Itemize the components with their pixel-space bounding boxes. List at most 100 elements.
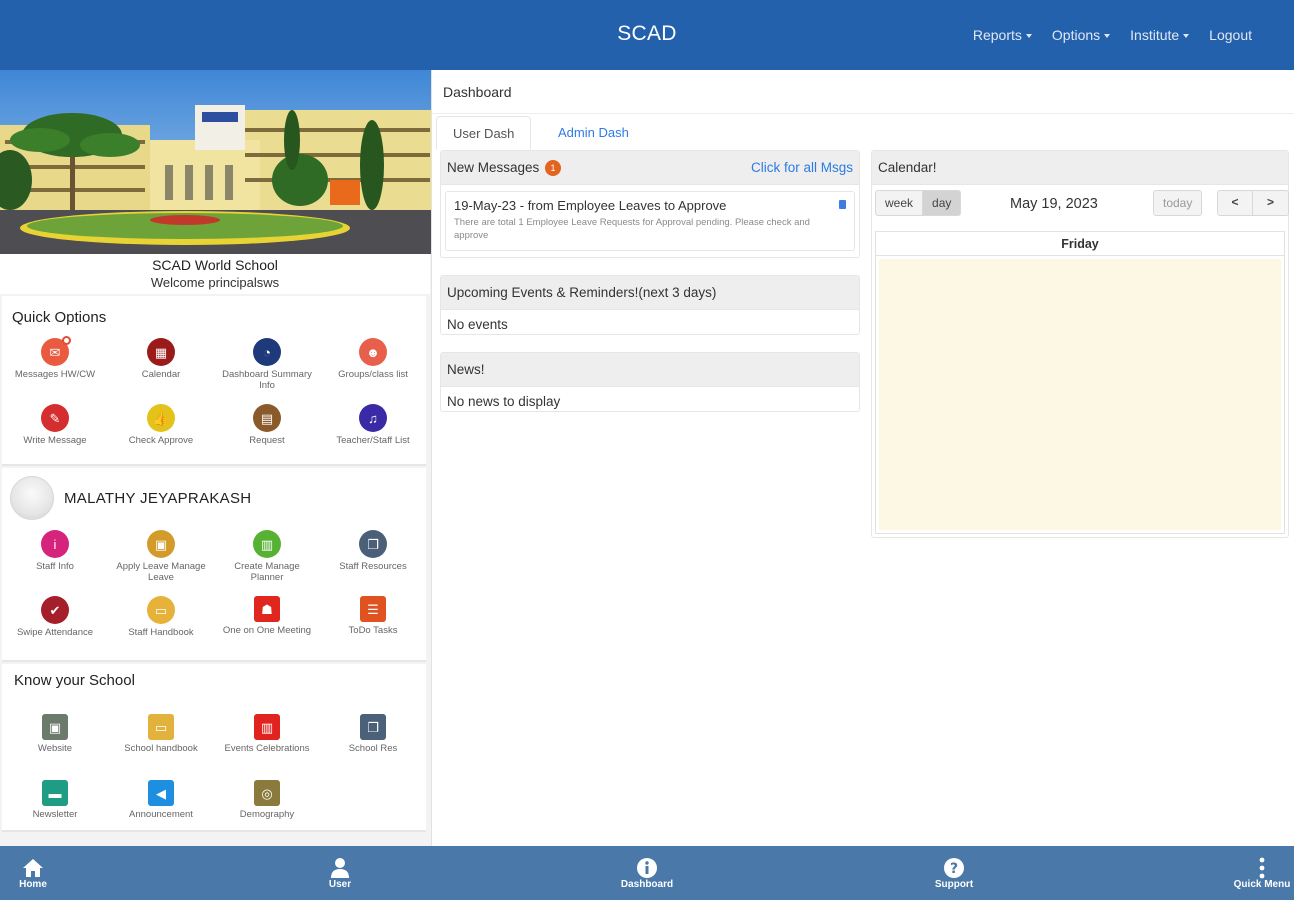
dashboard-tabs: User Dash Admin Dash — [432, 114, 1294, 150]
new-messages-title: New Messages — [447, 160, 540, 175]
quick-option-label: Groups/class list — [338, 369, 408, 380]
info-circle-icon — [607, 857, 687, 879]
calendar-day-slot[interactable] — [879, 259, 1281, 530]
nav-reports[interactable]: Reports — [973, 27, 1032, 43]
pencil-icon: ✎ — [41, 404, 69, 432]
school-info: SCAD World School Welcome principalsws — [0, 254, 430, 294]
school-building-image — [0, 70, 431, 254]
handbook-icon: ▭ — [147, 596, 175, 624]
school-name: SCAD World School — [152, 257, 278, 273]
new-messages-card: New Messages 1 Click for all Msgs 19-May… — [440, 150, 860, 258]
day-view-button[interactable]: day — [923, 190, 962, 216]
week-view-button[interactable]: week — [875, 190, 924, 216]
bottom-nav-home[interactable]: Home — [0, 857, 73, 890]
staff-list-icon: ♫ — [359, 404, 387, 432]
home-icon — [0, 857, 73, 879]
tab-admin-dash[interactable]: Admin Dash — [542, 116, 645, 150]
user-option-label: Staff Handbook — [128, 627, 194, 638]
user-option-resources[interactable]: ❐ Staff Resources — [320, 530, 426, 596]
nav-institute[interactable]: Institute — [1130, 27, 1190, 43]
today-button[interactable]: today — [1153, 190, 1203, 216]
newsletter-icon: ▬ — [42, 780, 68, 806]
know-school-newsletter[interactable]: ▬ Newsletter — [2, 780, 108, 846]
caret-down-icon — [1025, 34, 1032, 39]
dashboard-icon: ◔ — [253, 338, 281, 366]
know-school-events[interactable]: ▥ Events Celebrations — [214, 714, 320, 780]
resources-icon: ❐ — [359, 530, 387, 558]
calendar-toolbar: week day May 19, 2023 today < > — [872, 185, 1289, 229]
envelope-icon: ✉ — [41, 336, 71, 366]
user-panel: MALATHY JEYAPRAKASH i Staff Info ▣ Apply… — [2, 468, 426, 662]
nav-options[interactable]: Options — [1052, 27, 1111, 43]
all-messages-link[interactable]: Click for all Msgs — [751, 160, 853, 175]
todo-icon: ☰ — [360, 596, 386, 622]
user-row: MALATHY JEYAPRAKASH — [10, 476, 251, 520]
quick-option-messages[interactable]: ✉ Messages HW/CW — [2, 336, 108, 404]
user-option-todo[interactable]: ☰ ToDo Tasks — [320, 596, 426, 662]
know-school-demography[interactable]: ◎ Demography — [214, 780, 320, 846]
next-button[interactable]: > — [1253, 190, 1289, 216]
quick-option-write-message[interactable]: ✎ Write Message — [2, 404, 108, 470]
user-option-label: Apply Leave Manage Leave — [116, 561, 206, 583]
user-option-staff-info[interactable]: i Staff Info — [2, 530, 108, 596]
calendar-date: May 19, 2023 — [1010, 196, 1098, 212]
user-option-planner[interactable]: ▥ Create Manage Planner — [214, 530, 320, 596]
user-option-label: Swipe Attendance — [16, 627, 94, 638]
user-option-handbook[interactable]: ▭ Staff Handbook — [108, 596, 214, 662]
bottom-nav-dashboard[interactable]: Dashboard — [607, 857, 687, 890]
know-school-res[interactable]: ❐ School Res — [320, 714, 426, 780]
quick-option-calendar[interactable]: ▦ Calendar — [108, 338, 214, 404]
user-option-label: Create Manage Planner — [234, 561, 300, 583]
tab-user-dash[interactable]: User Dash — [436, 116, 532, 150]
top-nav-menu: Reports Options Institute Logout — [973, 27, 1252, 43]
info-icon: i — [41, 530, 69, 558]
user-option-label: Staff Info — [36, 561, 74, 572]
left-sidebar: SCAD World School Welcome principalsws Q… — [0, 70, 432, 846]
page-title: Dashboard — [443, 84, 512, 100]
groups-icon: ☻ — [359, 338, 387, 366]
user-option-label: ToDo Tasks — [348, 625, 398, 636]
breadcrumb: Dashboard — [432, 70, 1294, 114]
leave-icon: ▣ — [147, 530, 175, 558]
upcoming-events-body: No events — [447, 317, 508, 332]
quick-option-request[interactable]: ▤ Request — [214, 404, 320, 470]
meeting-icon: ☗ — [254, 596, 280, 622]
message-description: There are total 1 Employee Leave Request… — [454, 217, 810, 241]
quick-option-staff-list[interactable]: ♫ Teacher/Staff List — [320, 404, 426, 470]
prev-button[interactable]: < — [1217, 190, 1253, 216]
bottom-nav-quick-menu[interactable]: Quick Menu — [1222, 857, 1294, 890]
bottom-nav-label: Dashboard — [620, 879, 674, 890]
nav-logout[interactable]: Logout — [1209, 27, 1252, 43]
user-options-grid: i Staff Info ▣ Apply Leave Manage Leave … — [2, 530, 426, 662]
know-school-announcement[interactable]: ◀ Announcement — [108, 780, 214, 846]
user-name: MALATHY JEYAPRAKASH — [64, 489, 252, 507]
upcoming-events-header: Upcoming Events & Reminders!(next 3 days… — [441, 276, 859, 310]
bottom-nav-support[interactable]: ? Support — [914, 857, 994, 890]
events-icon: ▥ — [254, 714, 280, 740]
nav-institute-label: Institute — [1130, 27, 1180, 43]
know-school-label: Announcement — [129, 809, 193, 820]
quick-option-check-approve[interactable]: 👍 Check Approve — [108, 404, 214, 470]
bottom-nav-user[interactable]: User — [300, 857, 380, 890]
top-navbar: SCAD Reports Options Institute Logout — [0, 0, 1294, 70]
quick-option-label: Write Message — [23, 435, 87, 446]
calendar-nav: < > — [1217, 190, 1289, 216]
nav-logout-label: Logout — [1209, 27, 1252, 43]
know-school-website[interactable]: ▣ Website — [2, 714, 108, 780]
know-school-handbook[interactable]: ▭ School handbook — [108, 714, 214, 780]
user-option-attendance[interactable]: ✔ Swipe Attendance — [2, 596, 108, 662]
quick-option-dashboard[interactable]: ◔ Dashboard Summary Info — [214, 338, 320, 404]
user-option-meeting[interactable]: ☗ One on One Meeting — [214, 596, 320, 662]
quick-option-groups[interactable]: ☻ Groups/class list — [320, 338, 426, 404]
new-messages-header: New Messages 1 Click for all Msgs — [441, 151, 859, 185]
kebab-menu-icon — [1222, 857, 1294, 879]
message-item[interactable]: 19-May-23 - from Employee Leaves to Appr… — [445, 191, 855, 251]
avatar[interactable] — [10, 476, 54, 520]
delete-icon[interactable] — [839, 200, 846, 209]
user-option-leave[interactable]: ▣ Apply Leave Manage Leave — [108, 530, 214, 596]
planner-icon: ▥ — [253, 530, 281, 558]
calendar-card: Calendar! week day May 19, 2023 today < … — [871, 150, 1289, 538]
message-title: 19-May-23 - from Employee Leaves to Appr… — [454, 198, 727, 213]
know-school-label: Demography — [239, 809, 295, 820]
quick-options-title: Quick Options — [12, 309, 107, 326]
